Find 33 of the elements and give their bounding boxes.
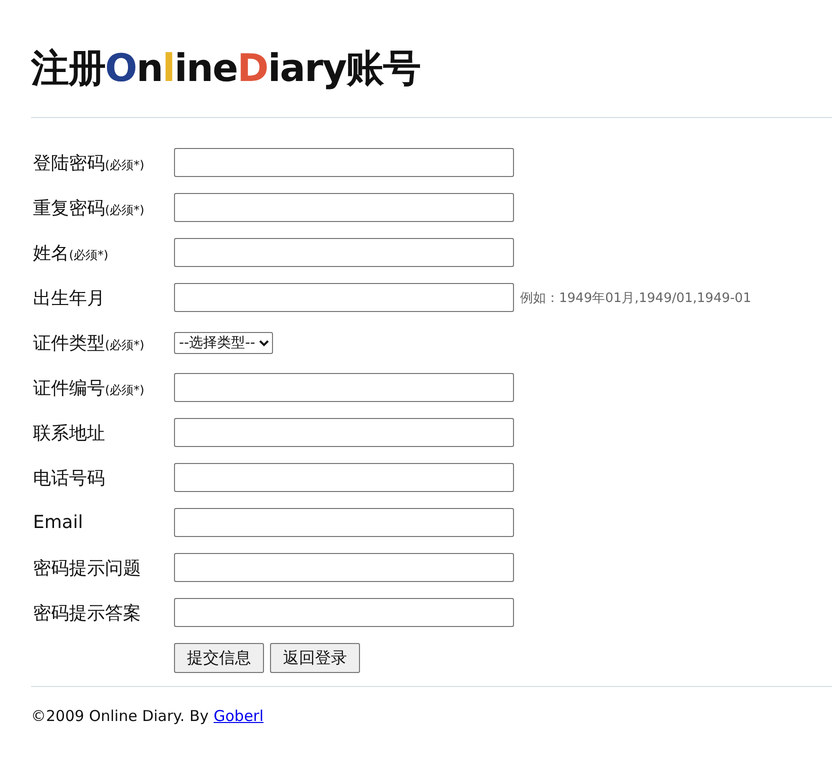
input-field[interactable] (174, 283, 514, 312)
input-field[interactable] (174, 373, 514, 402)
required-note: (必须*) (69, 246, 108, 264)
input-field[interactable] (174, 463, 514, 492)
field-label: 密码提示答案 (33, 602, 141, 624)
field-label: Email (33, 512, 83, 533)
required-note: (必须*) (105, 382, 144, 398)
field-label: 出生年月 (33, 286, 105, 310)
field-label: 联系地址 (33, 422, 105, 444)
form-button[interactable]: 提交信息 (174, 643, 264, 673)
input-field[interactable] (174, 553, 514, 582)
required-note: (必须*) (105, 156, 144, 174)
required-note: (必须*) (105, 202, 144, 218)
author-link[interactable]: Goberl (214, 707, 264, 725)
format-hint: 例如：1949年01月,1949/01,1949-01 (520, 290, 752, 306)
input-field[interactable] (174, 238, 514, 267)
type-select[interactable]: --选择类型-- (174, 332, 273, 354)
field-label: 登陆密码 (33, 152, 105, 174)
field-label: 密码提示问题 (33, 556, 141, 580)
field-label: 重复密码 (33, 196, 105, 220)
input-field[interactable] (174, 148, 514, 177)
field-label: 姓名 (33, 242, 69, 264)
input-field[interactable] (174, 193, 514, 222)
field-label: 电话号码 (33, 466, 105, 490)
field-label: 证件编号 (33, 376, 105, 400)
required-note: (必须*) (105, 336, 144, 354)
footer-text: ©2009 Online Diary. By (31, 707, 209, 725)
field-label: 证件类型 (33, 332, 105, 354)
form-button[interactable]: 返回登录 (270, 643, 360, 673)
input-field[interactable] (174, 418, 514, 447)
page-title: 注册OnlineDiary账号 (31, 45, 421, 92)
input-field[interactable] (174, 508, 514, 537)
input-field[interactable] (174, 598, 514, 627)
